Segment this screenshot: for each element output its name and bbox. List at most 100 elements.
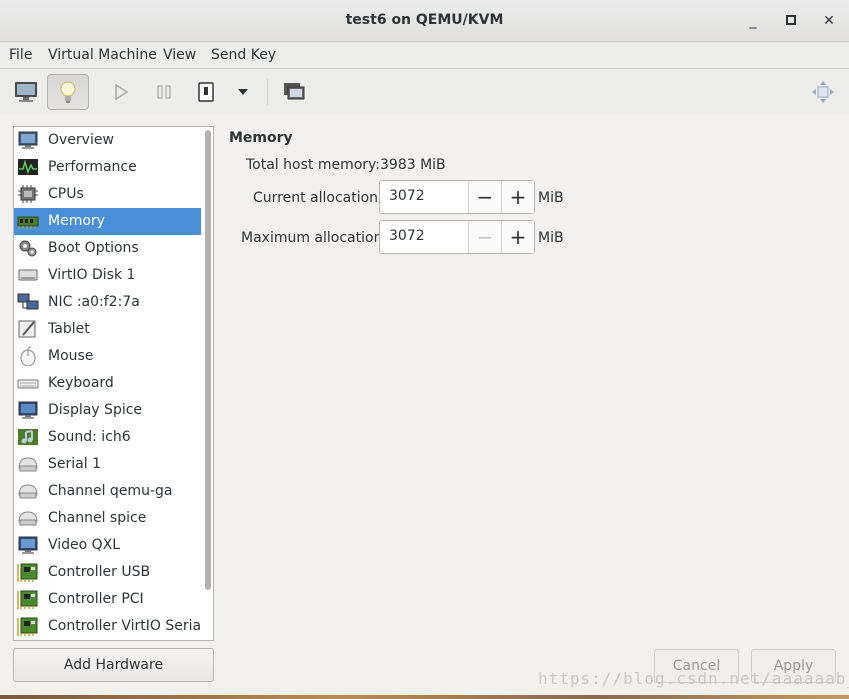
fullscreen-icon [812, 81, 834, 103]
display-icon [17, 400, 39, 420]
sidebar-item-controller-usb[interactable]: Controller USB [14, 559, 201, 586]
maximum-allocation-decrement-button: − [468, 221, 501, 253]
sidebar-item-performance[interactable]: Performance [14, 154, 201, 181]
sidebar-item-controller-virtio-serial[interactable]: Controller VirtIO Serial [14, 613, 205, 640]
sidebar-item-display-spice[interactable]: Display Spice [14, 397, 201, 424]
sidebar-item-sound-ich6[interactable]: Sound: ich6 [14, 424, 201, 451]
sidebar-item-label: NIC :a0:f2:7a [48, 294, 140, 310]
current-allocation-input[interactable]: 3072 [389, 188, 425, 204]
sidebar-item-label: Mouse [48, 348, 94, 364]
sidebar-item-label: Performance [48, 159, 137, 175]
sidebar-item-virtio-disk-1[interactable]: VirtIO Disk 1 [14, 262, 201, 289]
pause-button[interactable] [143, 74, 185, 110]
window-title: test6 on QEMU/KVM [345, 12, 504, 28]
title-bar: test6 on QEMU/KVM _ ✕ [0, 0, 849, 42]
sidebar-item-channel-qemu-ga[interactable]: Channel qemu-ga [14, 478, 201, 505]
sidebar-item-overview[interactable]: Overview [14, 127, 201, 154]
sidebar-item-video-qxl[interactable]: Video QXL [14, 532, 201, 559]
sidebar-item-keyboard[interactable]: Keyboard [14, 370, 201, 397]
sidebar-item-label: Tablet [48, 321, 90, 337]
menu-view[interactable]: View [163, 47, 196, 63]
video-icon [17, 535, 39, 555]
toolbar-separator [267, 79, 268, 105]
maximum-allocation-increment-button[interactable]: + [501, 221, 534, 253]
minimize-button[interactable]: _ [743, 11, 763, 31]
console-button[interactable] [5, 74, 47, 110]
snapshots-icon [284, 83, 305, 100]
controller-icon [17, 589, 39, 609]
sidebar-item-label: Controller USB [48, 564, 151, 580]
sidebar-item-label: Channel spice [48, 510, 147, 526]
lightbulb-icon [60, 81, 76, 103]
disk-icon [17, 265, 39, 285]
menu-bar: File Virtual Machine View Send Key [0, 42, 849, 69]
total-host-memory-value: 3983 MiB [380, 157, 446, 173]
menu-file[interactable]: File [9, 47, 32, 63]
toolbar [0, 69, 849, 115]
watermark-text: https://blog.csdn.net/aaaaaab_ [538, 669, 849, 688]
sidebar-item-tablet[interactable]: Tablet [14, 316, 201, 343]
sidebar-item-nic-a0-f2-7a[interactable]: NIC :a0:f2:7a [14, 289, 201, 316]
maximum-allocation-spinner[interactable]: 3072 − + [379, 220, 535, 254]
sidebar-item-mouse[interactable]: Mouse [14, 343, 201, 370]
sidebar-item-label: Serial 1 [48, 456, 101, 472]
play-icon [115, 83, 129, 101]
current-allocation-decrement-button[interactable]: − [468, 181, 501, 213]
menu-send-key[interactable]: Send Key [211, 47, 276, 63]
menu-virtual-machine[interactable]: Virtual Machine [48, 47, 157, 63]
network-icon [17, 292, 39, 312]
sidebar-item-label: Channel qemu-ga [48, 483, 173, 499]
serial-icon [17, 454, 39, 474]
sidebar-item-memory[interactable]: Memory [14, 208, 201, 235]
chevron-down-icon [238, 89, 248, 95]
fullscreen-button[interactable] [802, 74, 844, 110]
console-icon [15, 82, 37, 102]
close-button[interactable]: ✕ [819, 11, 839, 31]
scrollbar-thumb[interactable] [205, 130, 211, 590]
maximum-allocation-label: Maximum allocation: [241, 230, 388, 246]
hardware-list-items: Overview Performance CPUs Memory Boot Option… [14, 127, 205, 640]
channel-icon [17, 481, 39, 501]
sidebar-item-label: Memory [48, 213, 105, 229]
shutdown-button[interactable] [185, 74, 227, 110]
maximize-button[interactable] [781, 11, 801, 31]
sidebar-item-boot-options[interactable]: Boot Options [14, 235, 201, 262]
sidebar-item-label: Controller PCI [48, 591, 144, 607]
sidebar-item-label: Display Spice [48, 402, 143, 418]
gears-icon [17, 238, 39, 258]
controller-icon [17, 562, 39, 582]
shutdown-menu-button[interactable] [222, 74, 264, 110]
keyboard-icon [17, 373, 39, 393]
maximum-allocation-unit: MiB [538, 230, 564, 246]
sidebar-item-label: Video QXL [48, 537, 121, 553]
pause-icon [157, 85, 171, 99]
sidebar-item-serial-1[interactable]: Serial 1 [14, 451, 201, 478]
hardware-list-scrollbar[interactable] [202, 127, 213, 640]
current-allocation-increment-button[interactable]: + [501, 181, 534, 213]
mouse-icon [17, 346, 39, 367]
maximum-allocation-input[interactable]: 3072 [389, 228, 425, 244]
sidebar-item-label: Boot Options [48, 240, 139, 256]
sidebar-item-label: Keyboard [48, 375, 114, 391]
total-host-memory-label: Total host memory: [246, 157, 381, 173]
controller-icon [17, 616, 39, 636]
shutdown-icon [198, 82, 214, 102]
tablet-icon [17, 319, 39, 339]
run-button[interactable] [100, 74, 142, 110]
snapshots-button[interactable] [273, 74, 315, 110]
add-hardware-button[interactable]: Add Hardware [13, 648, 214, 682]
performance-icon [17, 157, 39, 177]
sidebar-item-channel-spice[interactable]: Channel spice [14, 505, 201, 532]
current-allocation-unit: MiB [538, 190, 564, 206]
sidebar-item-label: Overview [48, 132, 114, 148]
maximize-icon [786, 15, 796, 25]
desktop-background-strip [0, 695, 849, 699]
sidebar-item-cpus[interactable]: CPUs [14, 181, 201, 208]
details-button[interactable] [47, 74, 89, 110]
sidebar-item-label: Sound: ich6 [48, 429, 131, 445]
current-allocation-spinner[interactable]: 3072 − + [379, 180, 535, 214]
memory-icon [17, 211, 39, 231]
hardware-list[interactable]: Overview Performance CPUs Memory Boot Option… [13, 126, 214, 641]
current-allocation-label: Current allocation: [253, 190, 383, 206]
sidebar-item-controller-pci[interactable]: Controller PCI [14, 586, 201, 613]
